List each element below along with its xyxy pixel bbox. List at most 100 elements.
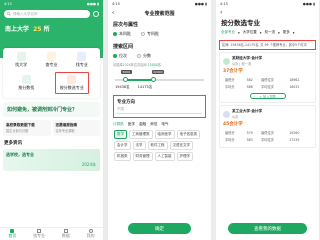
banner-year: 2024年 [81, 162, 96, 167]
filter-location[interactable]: 大学位置 [243, 30, 257, 35]
entry-select-major-by-score[interactable]: 按分数选专业 [54, 72, 89, 94]
option-label: 专科批 [147, 31, 159, 36]
back-icon[interactable]: ‹ [112, 10, 114, 16]
university-count-suffix: 所 [43, 26, 50, 33]
section-direction: 专业方向 [117, 100, 135, 105]
add-label: + 加入志愿 [259, 94, 276, 99]
cell: 18962 [289, 77, 300, 82]
question-text: 如何避免，被调剂到冷门专业？ [7, 107, 78, 113]
chip[interactable]: 会计学 [114, 141, 131, 150]
chip[interactable]: 机械类 [114, 152, 131, 161]
chip[interactable]: 数学 [114, 130, 127, 139]
tab-electrical[interactable]: 电气 [161, 122, 168, 127]
chip[interactable]: 临床医学 [154, 130, 175, 139]
filter-more[interactable]: 更多 [283, 30, 290, 35]
radio-icon [137, 54, 141, 58]
major-code: 37会计学 [223, 69, 243, 75]
search-input[interactable]: 请输入大学名称 [4, 10, 90, 18]
option-benke[interactable]: 本科批 [113, 31, 131, 37]
chip[interactable]: 汉语言文学 [169, 141, 193, 150]
range-hint: 请选择2024年位次区间 15000名 [113, 62, 206, 67]
table-row: 平均分 586 平均位次 16032 [225, 84, 310, 90]
option-label: 本科批 [119, 31, 131, 36]
nav-label: 我的 [86, 233, 95, 238]
entry-label: 按分数找 [18, 85, 35, 90]
result-card[interactable]: 某财经大学·会计学 公办 | 双一流 37会计学 最低分 582 最低位次 18962… [219, 52, 316, 104]
banner-text: 选学校，选专业 [6, 152, 34, 157]
filter-all[interactable]: 全部专业 [221, 30, 235, 35]
card-subtitle: 招生计划与分数 [6, 129, 29, 133]
cell: 582 [246, 77, 253, 82]
chip[interactable]: 人工智能 [154, 152, 175, 161]
filter-double-first[interactable]: 双一流 [265, 30, 276, 35]
cell: 平均分 [225, 138, 235, 143]
slider-handle-low[interactable] [123, 77, 128, 82]
option-label: 分数 [143, 53, 151, 58]
cell: 最低分 [225, 131, 235, 136]
question-banner[interactable]: 如何避免，被调剂到冷门专业？ [3, 102, 100, 117]
school-tag: 公办 [232, 115, 239, 120]
confirm-button[interactable]: 确定 [128, 223, 191, 234]
university-count: 25 [33, 26, 42, 33]
direction-tabs: 计算机 医学 金融 师范 电气 [113, 122, 206, 127]
summary-text: 区间: 19438名-14175名, 共 99 个推荐专业，其中5个可冲 [222, 43, 307, 47]
table-row: 最低分 579 最低位次 19260 [225, 130, 310, 136]
card-guide[interactable]: 志愿填报指南 往年专业录取 [52, 120, 100, 136]
table-row: 平均分 583 平均位次 17235 [225, 137, 310, 143]
tab-medicine[interactable]: 医学 [128, 122, 135, 127]
chip[interactable]: 护理学 [176, 152, 193, 161]
tab-cs[interactable]: 计算机 [113, 122, 124, 127]
nav-me[interactable]: 我的 [87, 229, 95, 239]
entry-label: 找专业 [75, 62, 88, 67]
cell: 579 [246, 130, 253, 135]
chip[interactable]: 电子信息类 [176, 130, 200, 139]
book-icon [46, 52, 56, 61]
chip[interactable]: 财务管理 [132, 152, 153, 161]
nav-data[interactable]: 数据 [62, 229, 70, 239]
chip[interactable]: 软件工程 [147, 141, 168, 150]
entry-find-university[interactable]: 找大学 [15, 52, 27, 68]
back-icon[interactable]: ‹ [220, 9, 222, 16]
table-row: 最低分 582 最低位次 18962 [225, 77, 310, 83]
score-table: 最低分 582 最低位次 18962 平均分 586 平均位次 16032 [223, 75, 312, 91]
slider-handle-high[interactable] [151, 77, 156, 82]
bottom-nav: 首页 找专业 数据 我的 [0, 227, 103, 240]
more-header: 更多资讯 [4, 141, 22, 146]
range-slider[interactable]: 5000 22000 19438名 14175名 [113, 70, 206, 92]
entry-by-score[interactable]: 按分数找 [14, 73, 38, 93]
entry-check-major[interactable]: 查专业 [45, 52, 57, 68]
range-low-value: 19438名 [115, 85, 130, 89]
entry-label: 找大学 [15, 62, 28, 67]
message-icon[interactable] [93, 11, 99, 17]
slider-fill [125, 79, 153, 81]
tab-finance[interactable]: 金融 [139, 122, 146, 127]
radio-icon [141, 32, 145, 36]
nav-home[interactable]: 首页 [8, 229, 16, 239]
result-card[interactable]: 某工业大学·会计学 公办 45会计学 最低分 579 最低位次 19260 平均分 58… [219, 105, 316, 149]
major-direction-box: 专业方向 不限 [113, 95, 206, 118]
view-label: 查看我的数据 [254, 226, 281, 232]
cell: 19260 [289, 130, 300, 135]
promo-banner[interactable]: 选学校，选专业 2024年 [3, 149, 100, 171]
status-bar: 4:15 ●●● ▮ [108, 0, 211, 8]
view-my-data-button[interactable]: 查看我的数据 [228, 223, 307, 234]
chip[interactable]: 工商管理类 [129, 130, 153, 139]
tab-teacher[interactable]: 师范 [150, 122, 157, 127]
option-rank[interactable]: 位次 [113, 53, 127, 59]
home-screen: 4:15 ●●● ▮ 请输入大学名称 南上大学 25 所 找大学 查专业 找专业… [0, 0, 103, 240]
nav-bar: ‹ [216, 8, 319, 17]
add-to-list-button[interactable]: + 加入志愿 [249, 93, 286, 100]
status-time: 4:15 [220, 2, 228, 6]
target-icon [67, 75, 77, 84]
option-zhuanke[interactable]: 专科批 [141, 31, 159, 37]
card-download[interactable]: 高校录取数据下载 招生计划与分数 [3, 120, 51, 136]
option-score[interactable]: 分数 [137, 53, 151, 59]
search-placeholder: 请输入大学名称 [13, 11, 38, 16]
status-signal: ●●● ▮ [302, 2, 315, 6]
nav-major[interactable]: 找专业 [33, 229, 45, 239]
entry-find-major[interactable]: 找专业 [76, 52, 88, 68]
compass-icon [77, 52, 87, 61]
direction-input[interactable]: 不限 [117, 107, 202, 114]
chip[interactable]: 法学 [132, 141, 146, 150]
status-signal: ●●● ▮ [86, 2, 99, 6]
